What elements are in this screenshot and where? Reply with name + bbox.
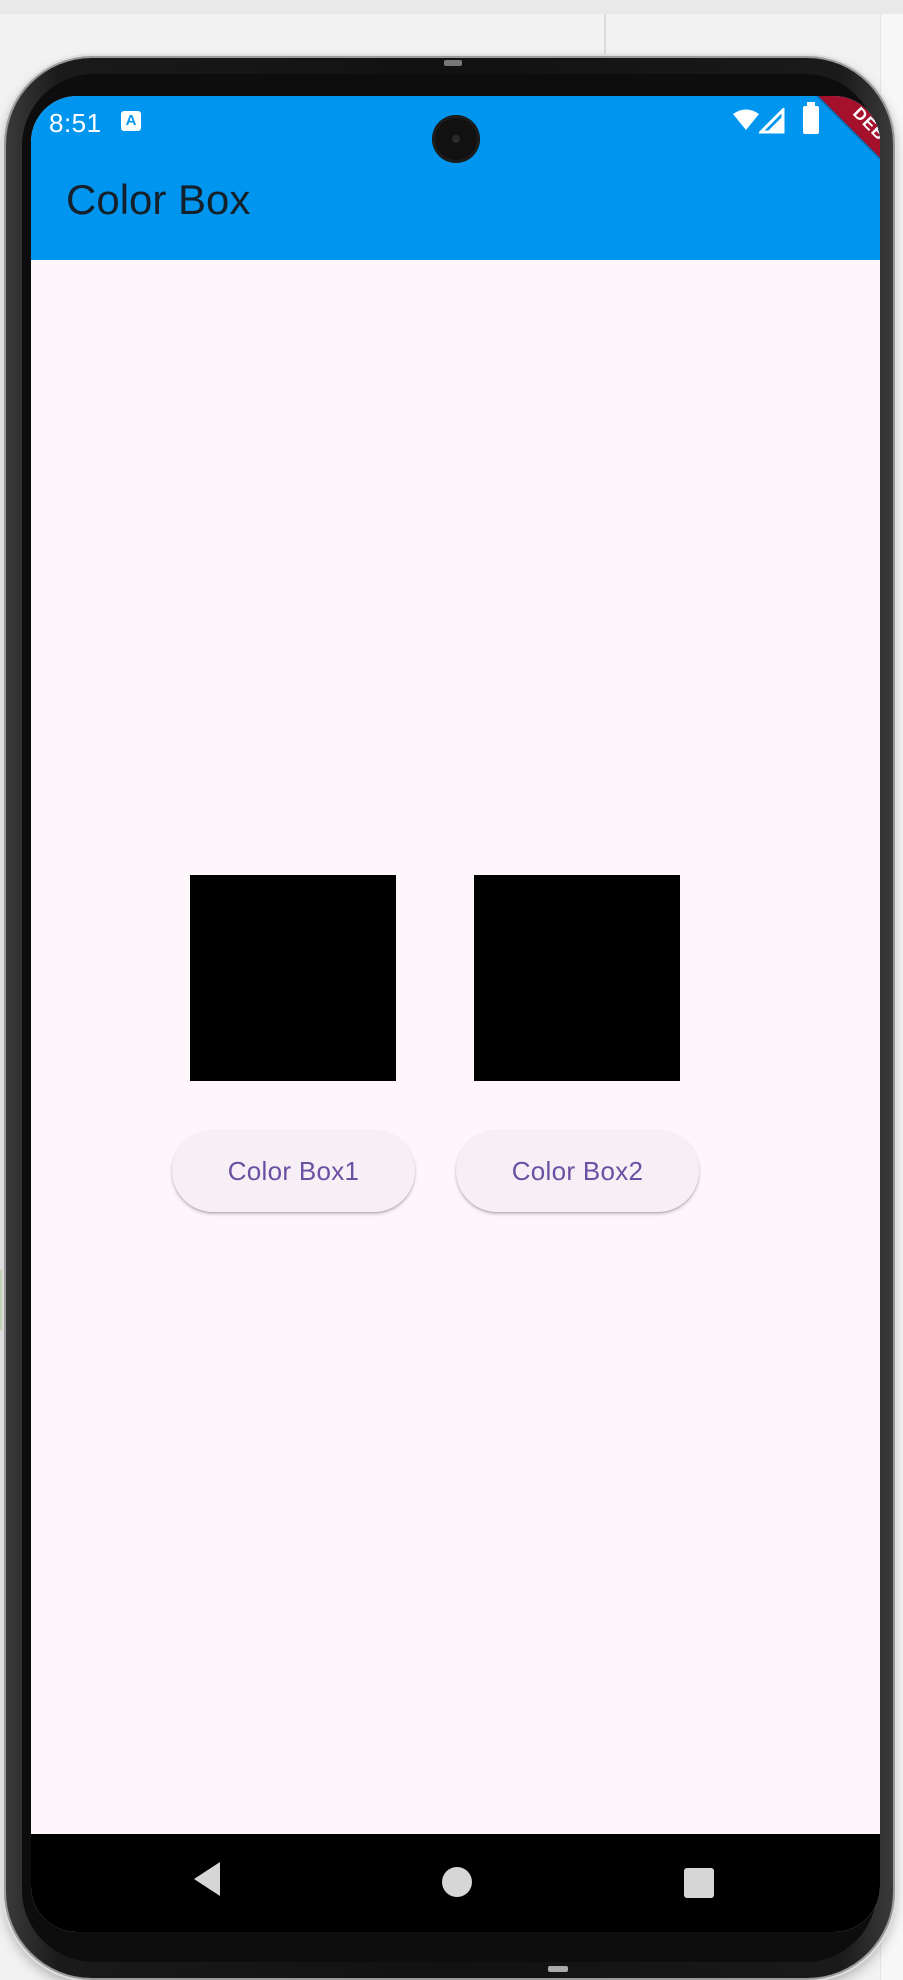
notification-a-icon: A	[121, 111, 141, 131]
phone-screen: 8:51 A DEBUG Color Box Color Box1 Color …	[31, 96, 880, 1932]
ide-gutter-marker	[0, 1270, 3, 1330]
color-box1-button[interactable]: Color Box1	[172, 1130, 415, 1212]
desktop-background: 8:51 A DEBUG Color Box Color Box1 Color …	[0, 0, 903, 1980]
ide-toolbar-strip	[0, 0, 903, 14]
phone-bottom-port	[548, 1966, 568, 1972]
phone-top-sensor	[444, 60, 462, 66]
navigation-bar	[31, 1834, 880, 1932]
home-icon[interactable]	[442, 1867, 472, 1897]
app-title: Color Box	[66, 176, 251, 223]
color-box2-button[interactable]: Color Box2	[456, 1130, 699, 1212]
color-box-1	[190, 875, 396, 1081]
recents-icon[interactable]	[684, 1868, 714, 1898]
color-box-2	[474, 875, 680, 1081]
status-time: 8:51	[49, 108, 102, 138]
battery-icon	[803, 102, 819, 134]
app-bar: 8:51 A DEBUG Color Box	[31, 96, 880, 260]
front-camera	[432, 115, 480, 163]
signal-icon	[759, 108, 785, 134]
back-icon[interactable]	[192, 1860, 222, 1898]
wifi-icon	[733, 109, 759, 130]
